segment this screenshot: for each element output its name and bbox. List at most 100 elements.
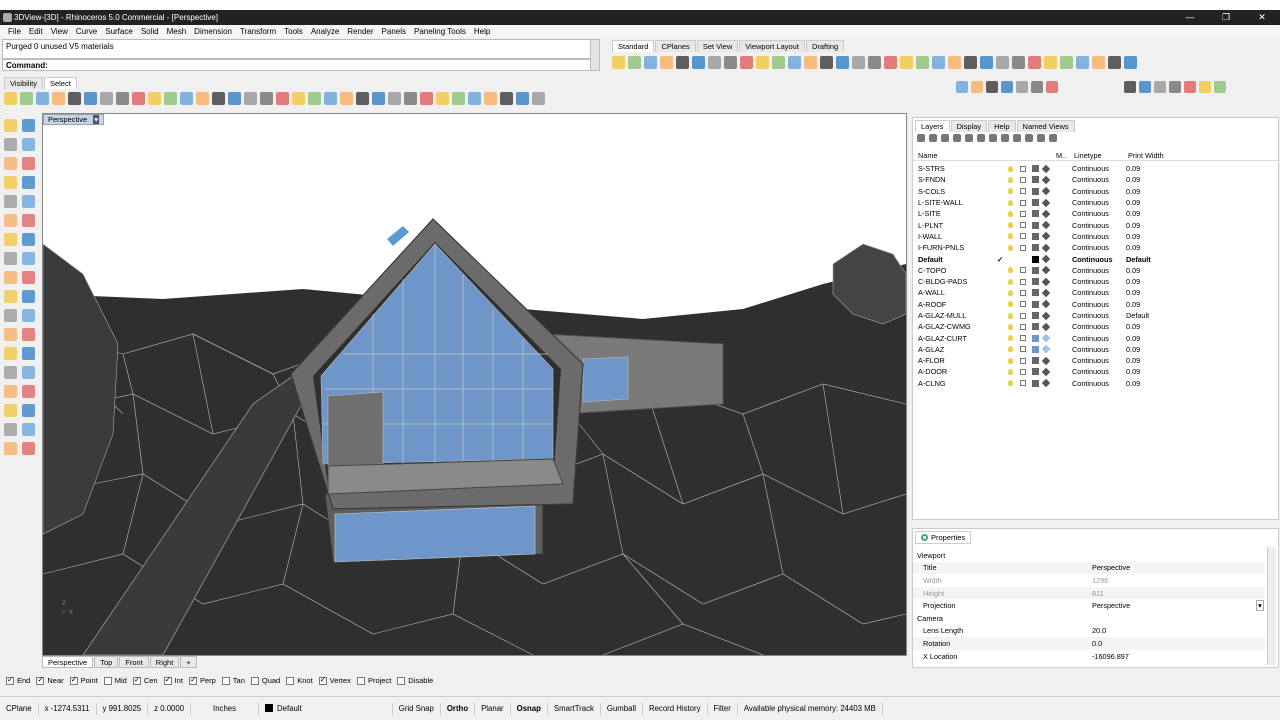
layer-linetype[interactable]: Continuous: [1072, 198, 1109, 207]
bulb-icon[interactable]: [1008, 188, 1013, 195]
standard-tool-16-icon[interactable]: [852, 55, 865, 69]
close-icon[interactable]: ✕: [1244, 10, 1280, 25]
layer-print-width[interactable]: 0.09: [1126, 221, 1140, 230]
standard-tool-31-icon[interactable]: [1092, 55, 1105, 69]
bulb-icon[interactable]: [1008, 335, 1013, 342]
checkbox[interactable]: [163, 675, 172, 685]
menu-paneling-tools[interactable]: Paneling Tools: [410, 25, 470, 38]
material-icon[interactable]: [1041, 243, 1051, 252]
viewport-tab-add[interactable]: +: [180, 656, 197, 668]
standard-tool-5-icon[interactable]: [676, 55, 689, 69]
lock-icon[interactable]: [1020, 165, 1026, 172]
material-icon[interactable]: [1041, 164, 1051, 173]
select-tool-17-icon[interactable]: [260, 91, 273, 105]
menu-panels[interactable]: Panels: [378, 25, 410, 38]
select-tool-19-icon[interactable]: [292, 91, 305, 105]
property-row[interactable]: Width 1296: [913, 574, 1265, 587]
checkbox[interactable]: [188, 675, 197, 685]
select-tool-21-icon[interactable]: [324, 91, 337, 105]
lock-icon[interactable]: [1020, 357, 1026, 364]
layer-row[interactable]: S-FNDN Continuous 0.09: [913, 174, 1278, 185]
layer-color-swatch[interactable]: [1032, 323, 1039, 331]
snap-tool-1-icon[interactable]: [956, 81, 968, 93]
layer-row[interactable]: I-WALL Continuous 0.09: [913, 231, 1278, 242]
osnap-perp[interactable]: Perp: [188, 675, 216, 685]
standard-tool-14-icon[interactable]: [820, 55, 833, 69]
standard-tool-20-icon[interactable]: [916, 55, 929, 69]
select-tool-8-icon[interactable]: [116, 91, 129, 105]
bulb-icon[interactable]: [1008, 165, 1013, 172]
palette-tool-4-icon[interactable]: [22, 138, 35, 151]
layer-print-width[interactable]: 0.09: [1126, 367, 1140, 376]
bulb-icon[interactable]: [1008, 346, 1013, 353]
standard-tool-7-icon[interactable]: [708, 55, 721, 69]
standard-tool-2-icon[interactable]: [628, 55, 641, 69]
material-icon[interactable]: [1041, 198, 1051, 207]
osnap-cen[interactable]: Cen: [132, 675, 158, 685]
layer-color-swatch[interactable]: [1032, 357, 1039, 365]
palette-tool-28-icon[interactable]: [22, 366, 35, 379]
layer-print-width[interactable]: 0.09: [1126, 277, 1140, 286]
lock-icon[interactable]: [1020, 222, 1026, 229]
layer-color-swatch[interactable]: [1032, 244, 1039, 252]
layer-color-swatch[interactable]: [1032, 221, 1039, 229]
palette-tool-31-icon[interactable]: [4, 404, 17, 417]
palette-tool-16-icon[interactable]: [22, 252, 35, 265]
menu-dimension[interactable]: Dimension: [190, 25, 236, 38]
standard-tool-17-icon[interactable]: [868, 55, 881, 69]
layer-tool-11-icon[interactable]: [1037, 134, 1045, 142]
palette-tool-24-icon[interactable]: [22, 328, 35, 341]
tab-cplanes[interactable]: CPlanes: [655, 40, 696, 52]
palette-tool-26-icon[interactable]: [22, 347, 35, 360]
select-tool-13-icon[interactable]: [196, 91, 209, 105]
material-icon[interactable]: [1041, 175, 1051, 185]
layer-print-width[interactable]: 0.09: [1126, 187, 1140, 196]
standard-tool-13-icon[interactable]: [804, 55, 817, 69]
select-tool-28-icon[interactable]: [436, 91, 449, 105]
select-tool-7-icon[interactable]: [100, 91, 113, 105]
layer-print-width[interactable]: 0.09: [1126, 243, 1140, 252]
menu-analyze[interactable]: Analyze: [307, 25, 343, 38]
osnap-project[interactable]: Project: [356, 676, 391, 685]
palette-tool-29-icon[interactable]: [4, 385, 17, 398]
drafting-tool-5-icon[interactable]: [1184, 81, 1196, 93]
tab-select[interactable]: Select: [43, 77, 77, 89]
standard-tool-22-icon[interactable]: [948, 55, 961, 69]
select-tool-3-icon[interactable]: [36, 91, 49, 105]
layer-print-width[interactable]: 0.09: [1126, 356, 1140, 365]
select-tool-25-icon[interactable]: [388, 91, 401, 105]
lock-icon[interactable]: [1020, 278, 1026, 285]
layer-row[interactable]: L-SITE-WALL Continuous 0.09: [913, 197, 1278, 208]
panel-tab-named-views[interactable]: Named Views: [1016, 120, 1075, 132]
standard-tool-29-icon[interactable]: [1060, 55, 1073, 69]
layer-linetype[interactable]: Continuous: [1072, 164, 1109, 173]
layer-row[interactable]: L-SITE Continuous 0.09: [913, 208, 1278, 219]
select-tool-9-icon[interactable]: [132, 91, 145, 105]
standard-tool-33-icon[interactable]: [1124, 55, 1137, 69]
layer-color-swatch[interactable]: [1032, 312, 1039, 319]
menu-curve[interactable]: Curve: [72, 25, 101, 38]
palette-tool-30-icon[interactable]: [22, 385, 35, 398]
layer-tool-5-icon[interactable]: [965, 134, 973, 142]
material-icon[interactable]: [1041, 299, 1051, 309]
standard-tool-25-icon[interactable]: [996, 55, 1009, 69]
viewport-scene[interactable]: [42, 114, 907, 656]
panel-tab-help[interactable]: Help: [988, 120, 1016, 132]
toggle-filter[interactable]: Filter: [708, 702, 738, 715]
palette-tool-32-icon[interactable]: [22, 404, 35, 417]
layer-linetype[interactable]: Continuous: [1072, 288, 1109, 297]
layer-linetype[interactable]: Continuous: [1072, 232, 1109, 241]
bulb-icon[interactable]: [1008, 368, 1013, 375]
lock-icon[interactable]: [1020, 210, 1026, 217]
palette-tool-17-icon[interactable]: [4, 271, 17, 284]
palette-tool-8-icon[interactable]: [22, 176, 35, 189]
property-value[interactable]: Perspective: [1092, 563, 1130, 572]
snap-tool-7-icon[interactable]: [1046, 81, 1058, 93]
layer-print-width[interactable]: 0.09: [1126, 209, 1140, 218]
osnap-end[interactable]: End: [6, 675, 30, 685]
layer-row[interactable]: C-TOPO Continuous 0.09: [913, 265, 1278, 276]
viewport-tab-right[interactable]: Right: [149, 656, 180, 668]
material-icon[interactable]: [1041, 266, 1051, 275]
lock-icon[interactable]: [1020, 188, 1026, 195]
layer-print-width[interactable]: 0.09: [1126, 334, 1140, 343]
